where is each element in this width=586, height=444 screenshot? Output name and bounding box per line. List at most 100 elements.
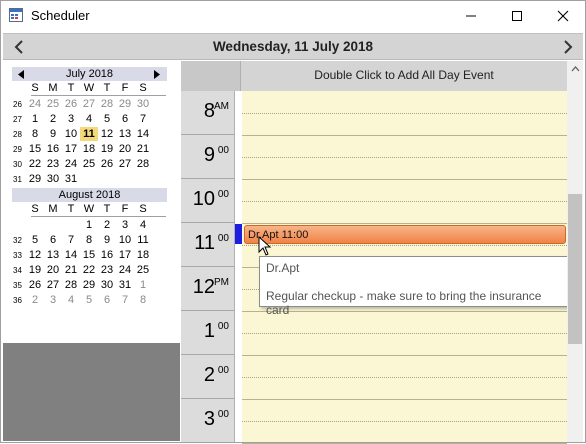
vertical-scrollbar[interactable] [567, 61, 583, 443]
calendar-day[interactable]: 28 [134, 157, 152, 171]
calendar-day[interactable]: 25 [134, 263, 152, 277]
hour-label: 1 00 [181, 311, 235, 355]
calendar-day[interactable]: 17 [62, 142, 80, 156]
calendar-day[interactable]: 12 [26, 248, 44, 262]
calendar-day[interactable]: 29 [80, 278, 98, 292]
calendar-day[interactable]: 13 [116, 127, 134, 141]
calendar-day[interactable]: 10 [116, 233, 134, 247]
calendar-day[interactable]: 4 [80, 112, 98, 126]
calendar-day[interactable]: 24 [62, 157, 80, 171]
calendar-day[interactable]: 28 [62, 278, 80, 292]
calendar-day[interactable]: 12 [98, 127, 116, 141]
calendar-day[interactable]: 14 [62, 248, 80, 262]
all-day-corner [181, 61, 241, 91]
calendar-day[interactable]: 6 [98, 293, 116, 307]
calendar-day[interactable]: 5 [80, 293, 98, 307]
minimize-icon [466, 15, 476, 16]
calendar-day[interactable]: 20 [116, 142, 134, 156]
calendar-day[interactable]: 25 [44, 97, 62, 111]
calendar-day[interactable]: 18 [80, 142, 98, 156]
calendar-day[interactable]: 2 [98, 218, 116, 232]
calendar-day[interactable]: 3 [62, 112, 80, 126]
calendar-day[interactable]: 31 [62, 172, 80, 186]
calendar-day[interactable]: 16 [98, 248, 116, 262]
calendar-day[interactable]: 30 [98, 278, 116, 292]
weekday-header: T [67, 82, 75, 94]
calendar-day[interactable]: 24 [116, 263, 134, 277]
calendar-day[interactable]: 26 [62, 97, 80, 111]
calendar-day[interactable]: 13 [44, 248, 62, 262]
calendar-day[interactable]: 11 [134, 233, 152, 247]
calendar-day[interactable]: 19 [98, 142, 116, 156]
calendar-day[interactable]: 1 [134, 278, 152, 292]
next-month-button[interactable] [149, 67, 163, 81]
weekday-header: T [67, 203, 75, 215]
calendar-day[interactable]: 23 [44, 157, 62, 171]
calendar-day[interactable]: 2 [44, 112, 62, 126]
calendar-day[interactable]: 27 [44, 278, 62, 292]
mouse-cursor-icon [258, 236, 272, 256]
calendar-day[interactable]: 9 [98, 233, 116, 247]
calendar-day[interactable]: 14 [134, 127, 152, 141]
chevron-right-icon [563, 40, 572, 54]
calendar-day[interactable]: 4 [134, 218, 152, 232]
calendar-day[interactable]: 6 [44, 233, 62, 247]
calendar-day[interactable]: 4 [62, 293, 80, 307]
close-button[interactable] [540, 0, 586, 31]
calendar-day[interactable]: 16 [44, 142, 62, 156]
calendar-day[interactable]: 20 [44, 263, 62, 277]
calendar-day[interactable]: 15 [80, 248, 98, 262]
next-day-button[interactable] [552, 34, 583, 60]
calendar-day[interactable]: 8 [80, 233, 98, 247]
calendar-day[interactable]: 27 [80, 97, 98, 111]
calendar-day[interactable]: 7 [62, 233, 80, 247]
hour-label: 12 PM [181, 267, 235, 311]
calendar-day[interactable]: 26 [98, 157, 116, 171]
calendar-day[interactable]: 27 [116, 157, 134, 171]
calendar-day[interactable]: 2 [26, 293, 44, 307]
calendar-day[interactable]: 3 [116, 218, 134, 232]
calendar-day[interactable]: 21 [134, 142, 152, 156]
calendar-day[interactable]: 18 [134, 248, 152, 262]
calendar-day[interactable]: 30 [134, 97, 152, 111]
calendar-day[interactable]: 5 [98, 112, 116, 126]
scroll-up-button[interactable] [567, 61, 583, 77]
calendar-day[interactable]: 22 [26, 157, 44, 171]
calendar-day[interactable]: 28 [98, 97, 116, 111]
calendar-day[interactable]: 6 [116, 112, 134, 126]
calendar-day[interactable]: 9 [44, 127, 62, 141]
appointment[interactable]: Dr.Apt 11:00 [244, 225, 566, 244]
prev-day-button[interactable] [3, 34, 34, 60]
calendar-day[interactable]: 7 [134, 112, 152, 126]
minimize-button[interactable] [448, 0, 494, 31]
calendar-day[interactable]: 19 [26, 263, 44, 277]
calendar-day[interactable]: 29 [116, 97, 134, 111]
calendar-day[interactable]: 21 [62, 263, 80, 277]
prev-month-button[interactable] [14, 67, 28, 81]
calendar-day[interactable]: 8 [26, 127, 44, 141]
maximize-button[interactable] [494, 0, 540, 31]
calendar-day[interactable]: 1 [80, 218, 98, 232]
calendar-day[interactable]: 22 [80, 263, 98, 277]
calendar-day[interactable]: 25 [80, 157, 98, 171]
calendar-day[interactable]: 1 [26, 112, 44, 126]
calendar-day[interactable]: 17 [116, 248, 134, 262]
calendar-day[interactable]: 29 [26, 172, 44, 186]
month-title: August 2018 [58, 189, 121, 201]
all-day-area[interactable]: Double Click to Add All Day Event [181, 61, 567, 91]
calendar-day[interactable]: 24 [26, 97, 44, 111]
calendar-day[interactable]: 7 [116, 293, 134, 307]
calendar-day[interactable]: 10 [62, 127, 80, 141]
calendar-day[interactable]: 26 [26, 278, 44, 292]
calendar-day[interactable]: 30 [44, 172, 62, 186]
calendar-day[interactable]: 23 [98, 263, 116, 277]
hour-number: 12 [192, 276, 215, 298]
calendar-day-today[interactable]: 11 [80, 127, 98, 141]
calendar-day[interactable]: 5 [26, 233, 44, 247]
calendar-day[interactable]: 3 [44, 293, 62, 307]
hour-suffix: PM [214, 277, 229, 288]
calendar-day[interactable]: 15 [26, 142, 44, 156]
calendar-day[interactable]: 31 [116, 278, 134, 292]
scroll-thumb[interactable] [568, 194, 582, 344]
calendar-day[interactable]: 8 [134, 293, 152, 307]
